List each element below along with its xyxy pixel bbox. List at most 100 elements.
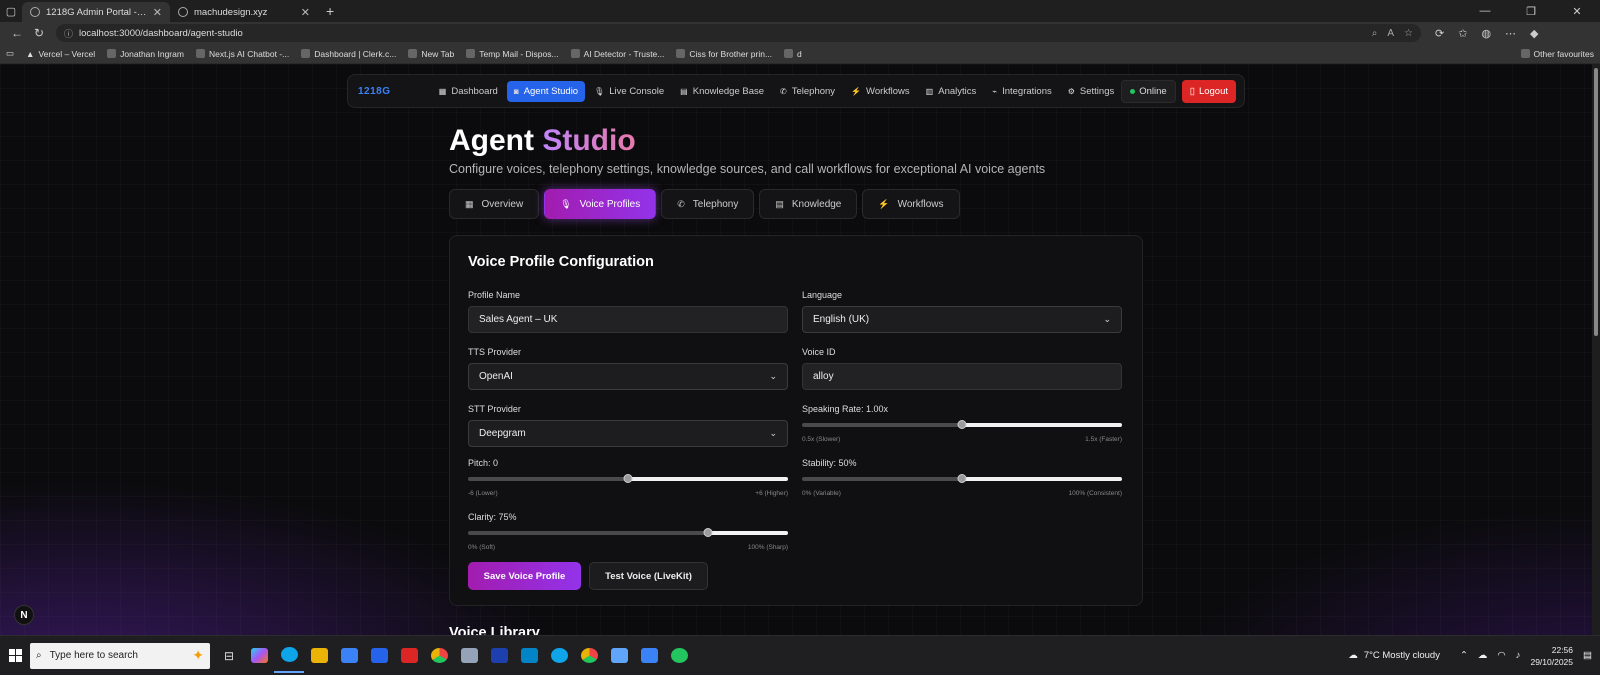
minimize-icon[interactable]: —: [1462, 5, 1508, 18]
slider-handle[interactable]: [957, 474, 967, 483]
powershell-icon[interactable]: [484, 639, 514, 673]
clarity-slider[interactable]: [468, 528, 788, 538]
nav-item-agent-studio[interactable]: ◙ Agent Studio: [506, 80, 586, 102]
extensions-icon[interactable]: ⟳: [1435, 27, 1444, 40]
pitch-field: Pitch: 0 -6 (Lower) +6 (Higher): [468, 458, 788, 497]
copilot-icon[interactable]: ◆: [1530, 27, 1538, 40]
clock[interactable]: 22:56 29/10/2025: [1530, 644, 1573, 668]
bookmark-item[interactable]: Ciss for Brother prin...: [676, 49, 772, 59]
voice-id-input[interactable]: alloy: [802, 363, 1122, 390]
bookmark-item[interactable]: AI Detector - Truste...: [570, 49, 664, 59]
bookmark-item[interactable]: New Tab: [408, 49, 454, 59]
whatsapp-icon[interactable]: [664, 639, 694, 673]
logout-button[interactable]: ▯ Logout: [1181, 79, 1236, 103]
brand-logo[interactable]: 1218G: [356, 86, 432, 97]
start-button[interactable]: [0, 636, 30, 675]
other-favourites[interactable]: Other favourites: [1520, 49, 1594, 59]
test-voice-button[interactable]: Test Voice (LiveKit): [589, 562, 708, 590]
mail-icon[interactable]: [364, 639, 394, 673]
tab-workflows[interactable]: ⚡ Workflows: [862, 189, 960, 219]
chrome-icon: [784, 49, 794, 58]
bookmarks-toggle-icon[interactable]: ▭: [6, 48, 14, 59]
taskbar-search[interactable]: ⌕ Type here to search ✦: [30, 642, 210, 669]
zoom-icon[interactable]: ⌕: [1372, 28, 1378, 39]
bookmark-item[interactable]: ▲ Vercel – Vercel: [26, 49, 95, 59]
vscode-icon[interactable]: [514, 639, 544, 673]
bookmark-item[interactable]: Dashboard | Clerk.c...: [301, 49, 396, 59]
chrome-icon[interactable]: [424, 639, 454, 673]
cloud-sync-icon[interactable]: ☁: [1478, 650, 1488, 661]
save-voice-profile-button[interactable]: Save Voice Profile: [468, 562, 581, 590]
copilot-app-icon[interactable]: [244, 639, 274, 673]
edge-app-icon[interactable]: [274, 639, 304, 673]
field-label: Speaking Rate: 1.00x: [802, 404, 889, 414]
nav-item-integrations[interactable]: ⌁ Integrations: [985, 81, 1058, 102]
stt-provider-select[interactable]: Deepgram ⌄: [468, 420, 788, 447]
tab-actions-icon[interactable]: ▢: [0, 0, 22, 22]
stability-slider[interactable]: [802, 474, 1122, 484]
url-field[interactable]: ⓘ localhost:3000/dashboard/agent-studio …: [56, 24, 1421, 42]
close-window-icon[interactable]: ✕: [1554, 5, 1600, 18]
logout-icon: ▯: [1189, 85, 1195, 97]
slider-handle[interactable]: [703, 528, 713, 537]
tab-knowledge[interactable]: ▤ Knowledge: [759, 189, 858, 219]
tab-telephony[interactable]: ✆ Telephony: [661, 189, 755, 219]
close-icon[interactable]: ✕: [301, 6, 310, 19]
bookmark-item[interactable]: Next.js AI Chatbot -...: [195, 49, 289, 59]
nav-item-live-console[interactable]: 🎙 Live Console: [587, 81, 671, 102]
refresh-icon[interactable]: ↻: [28, 26, 50, 40]
weather-widget[interactable]: ☁ 7°C Mostly cloudy: [1348, 650, 1440, 661]
nav-item-dashboard[interactable]: ▦ Dashboard: [432, 81, 505, 102]
tts-provider-select[interactable]: OpenAI ⌄: [468, 363, 788, 390]
favorite-star-icon[interactable]: ☆: [1404, 28, 1413, 39]
restore-icon[interactable]: ❐: [1508, 5, 1554, 18]
network-icon[interactable]: ◠: [1497, 650, 1505, 661]
profile-name-input[interactable]: Sales Agent – UK: [468, 306, 788, 333]
task-view-icon[interactable]: ⊟: [214, 639, 244, 673]
scale-min-label: 0% (Soft): [468, 544, 496, 551]
info-icon[interactable]: ⓘ: [64, 27, 73, 40]
nextjs-dev-badge[interactable]: N: [14, 605, 34, 625]
paint-icon[interactable]: [634, 639, 664, 673]
back-icon[interactable]: ←: [6, 26, 28, 40]
studio-tabs: ▦ Overview 🎙 Voice Profiles ✆ Telephony ▤ Knowl…: [449, 189, 960, 219]
field-label: TTS Provider: [468, 347, 522, 357]
chrome-icon[interactable]: [574, 639, 604, 673]
nav-item-settings[interactable]: ⚙ Settings: [1061, 81, 1122, 102]
browser-tab[interactable]: 1218G Admin Portal - AI Voice Ag ✕: [22, 2, 170, 22]
chevron-up-icon[interactable]: ⌃: [1460, 650, 1468, 661]
profile-icon[interactable]: ◍: [1481, 27, 1491, 40]
new-tab-button[interactable]: +: [318, 3, 342, 19]
speaking-rate-slider[interactable]: [802, 420, 1122, 430]
volume-icon[interactable]: ♪: [1516, 650, 1521, 661]
mic-icon: 🎙: [560, 198, 572, 209]
youtube-icon[interactable]: [394, 639, 424, 673]
read-aloud-icon[interactable]: A: [1387, 28, 1394, 39]
language-select[interactable]: English (UK) ⌄: [802, 306, 1122, 333]
tab-overview[interactable]: ▦ Overview: [449, 189, 540, 219]
bookmark-item[interactable]: d: [784, 49, 802, 59]
nav-item-analytics[interactable]: ▥ Analytics: [919, 81, 984, 102]
nav-item-telephony[interactable]: ✆ Telephony: [773, 81, 842, 102]
detector-icon: [570, 49, 580, 58]
app-icon[interactable]: [454, 639, 484, 673]
page-scrollbar[interactable]: [1592, 64, 1600, 635]
bookmark-item[interactable]: Jonathan Ingram: [107, 49, 184, 59]
file-explorer-icon[interactable]: [304, 639, 334, 673]
app-icon[interactable]: [544, 639, 574, 673]
notepad-icon[interactable]: [604, 639, 634, 673]
more-icon[interactable]: ⋯: [1505, 27, 1516, 40]
bookmark-item[interactable]: Temp Mail - Dispos...: [466, 49, 559, 59]
scrollbar-thumb[interactable]: [1594, 68, 1598, 336]
close-icon[interactable]: ✕: [153, 6, 162, 19]
slider-handle[interactable]: [957, 420, 967, 429]
nav-item-workflows[interactable]: ⚡ Workflows: [844, 81, 917, 102]
nav-item-knowledge-base[interactable]: ▤ Knowledge Base: [673, 81, 771, 102]
browser-tab[interactable]: machudesign.xyz ✕: [170, 2, 318, 22]
slider-handle[interactable]: [623, 474, 633, 483]
store-icon[interactable]: [334, 639, 364, 673]
favorites-icon[interactable]: ✩: [1458, 27, 1467, 40]
tab-voice-profiles[interactable]: 🎙 Voice Profiles: [544, 189, 657, 219]
pitch-slider[interactable]: [468, 474, 788, 484]
notifications-icon[interactable]: ▤: [1583, 650, 1592, 661]
